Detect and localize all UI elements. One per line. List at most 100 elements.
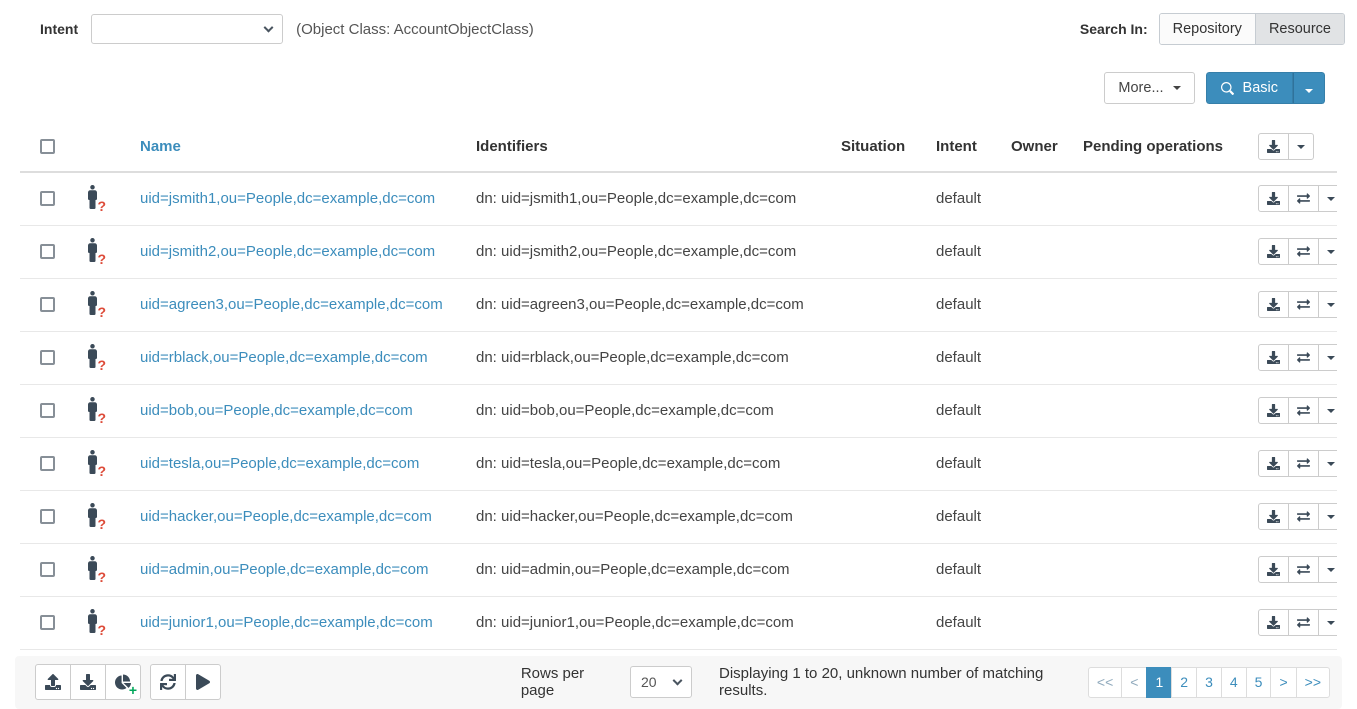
account-unknown-icon: ? (82, 397, 102, 421)
footer-io-button-group: + (35, 664, 141, 700)
account-name-link[interactable]: uid=bob,ou=People,dc=example,dc=com (140, 402, 413, 419)
import-button[interactable] (35, 664, 71, 700)
row-download-button[interactable] (1258, 344, 1289, 371)
row-menu-button[interactable] (1318, 503, 1337, 530)
row-download-button[interactable] (1258, 291, 1289, 318)
top-search-bar: Intent (Object Class: AccountObjectClass… (0, 0, 1357, 45)
page-button[interactable]: << (1088, 667, 1122, 698)
row-checkbox[interactable] (40, 509, 55, 524)
situation-cell (825, 331, 920, 384)
row-change-owner-button[interactable] (1288, 503, 1319, 530)
row-change-owner-button[interactable] (1288, 556, 1319, 583)
row-menu-button[interactable] (1318, 238, 1337, 265)
row-menu-button[interactable] (1318, 609, 1337, 636)
search-in-resource-button[interactable]: Resource (1255, 14, 1344, 44)
page-button[interactable]: 5 (1246, 667, 1272, 698)
account-name-link[interactable]: uid=jsmith2,ou=People,dc=example,dc=com (140, 243, 435, 260)
row-actions-group (1258, 291, 1337, 318)
caret-down-icon (1327, 303, 1335, 307)
column-header-name[interactable]: Name (140, 138, 181, 155)
exchange-icon (1297, 245, 1310, 258)
refresh-button[interactable] (150, 664, 186, 700)
select-all-checkbox[interactable] (40, 139, 55, 154)
intent-cell: default (920, 596, 995, 649)
account-name-link[interactable]: uid=agreen3,ou=People,dc=example,dc=com (140, 296, 443, 313)
row-menu-button[interactable] (1318, 450, 1337, 477)
question-mark-badge: ? (97, 464, 106, 478)
filter-row: More... Basic (0, 72, 1357, 104)
row-menu-button[interactable] (1318, 185, 1337, 212)
owner-cell (995, 490, 1067, 543)
row-actions-group (1258, 503, 1337, 530)
row-download-button[interactable] (1258, 238, 1289, 265)
search-icon (1221, 82, 1234, 95)
row-checkbox[interactable] (40, 403, 55, 418)
exchange-icon (1297, 510, 1310, 523)
account-name-link[interactable]: uid=rblack,ou=People,dc=example,dc=com (140, 349, 428, 366)
row-change-owner-button[interactable] (1288, 609, 1319, 636)
row-menu-button[interactable] (1318, 291, 1337, 318)
page-button[interactable]: 3 (1196, 667, 1222, 698)
row-change-owner-button[interactable] (1288, 450, 1319, 477)
question-mark-badge: ? (97, 517, 106, 531)
intent-cell: default (920, 331, 995, 384)
account-unknown-icon: ? (82, 238, 102, 262)
rows-per-page-select[interactable]: 20 (630, 666, 692, 698)
row-download-button[interactable] (1258, 503, 1289, 530)
row-change-owner-button[interactable] (1288, 185, 1319, 212)
row-checkbox[interactable] (40, 456, 55, 471)
row-change-owner-button[interactable] (1288, 397, 1319, 424)
account-name-link[interactable]: uid=hacker,ou=People,dc=example,dc=com (140, 508, 432, 525)
row-download-button[interactable] (1258, 397, 1289, 424)
identifiers-cell: dn: uid=tesla,ou=People,dc=example,dc=co… (460, 437, 825, 490)
account-name-link[interactable]: uid=admin,ou=People,dc=example,dc=com (140, 561, 429, 578)
situation-cell (825, 225, 920, 278)
page-button[interactable]: 1 (1146, 667, 1172, 698)
search-in-label: Search In: (1080, 21, 1148, 37)
export-download-button[interactable] (1258, 133, 1289, 160)
caret-down-icon (1327, 356, 1335, 360)
page-button[interactable]: 2 (1171, 667, 1197, 698)
row-checkbox[interactable] (40, 615, 55, 630)
table-footer: + Rows per page 20 Displaying 1 to 20, u… (15, 656, 1342, 709)
row-download-button[interactable] (1258, 450, 1289, 477)
account-name-link[interactable]: uid=junior1,ou=People,dc=example,dc=com (140, 614, 433, 631)
account-name-link[interactable]: uid=jsmith1,ou=People,dc=example,dc=com (140, 190, 435, 207)
row-download-button[interactable] (1258, 609, 1289, 636)
row-checkbox[interactable] (40, 562, 55, 577)
intent-select-wrap (91, 14, 283, 44)
page-button[interactable]: 4 (1221, 667, 1247, 698)
account-name-link[interactable]: uid=tesla,ou=People,dc=example,dc=com (140, 455, 419, 472)
resume-refresh-button[interactable] (185, 664, 221, 700)
caret-down-icon (1327, 568, 1335, 572)
more-filters-button[interactable]: More... (1104, 72, 1194, 104)
row-menu-button[interactable] (1318, 397, 1337, 424)
export-menu-button[interactable] (1288, 133, 1314, 160)
row-checkbox[interactable] (40, 244, 55, 259)
row-menu-button[interactable] (1318, 556, 1337, 583)
page-button[interactable]: >> (1296, 667, 1330, 698)
page-button[interactable]: < (1121, 667, 1147, 698)
basic-search-button[interactable]: Basic (1206, 72, 1293, 104)
search-in-repository-button[interactable]: Repository (1160, 14, 1255, 44)
search-mode-dropdown-button[interactable] (1293, 72, 1325, 104)
intent-label: Intent (40, 21, 78, 37)
row-change-owner-button[interactable] (1288, 291, 1319, 318)
identifiers-cell: dn: uid=agreen3,ou=People,dc=example,dc=… (460, 278, 825, 331)
row-change-owner-button[interactable] (1288, 238, 1319, 265)
export-button[interactable] (70, 664, 106, 700)
exchange-icon (1297, 192, 1310, 205)
page-button[interactable]: > (1270, 667, 1296, 698)
row-download-button[interactable] (1258, 556, 1289, 583)
download-icon (1267, 563, 1280, 576)
download-icon (1267, 616, 1280, 629)
row-checkbox[interactable] (40, 297, 55, 312)
row-menu-button[interactable] (1318, 344, 1337, 371)
intent-select[interactable] (91, 14, 283, 44)
row-download-button[interactable] (1258, 185, 1289, 212)
row-checkbox[interactable] (40, 350, 55, 365)
create-report-button[interactable]: + (105, 664, 141, 700)
row-checkbox[interactable] (40, 191, 55, 206)
row-change-owner-button[interactable] (1288, 344, 1319, 371)
table-row: ? uid=hacker,ou=People,dc=example,dc=com… (20, 490, 1337, 543)
